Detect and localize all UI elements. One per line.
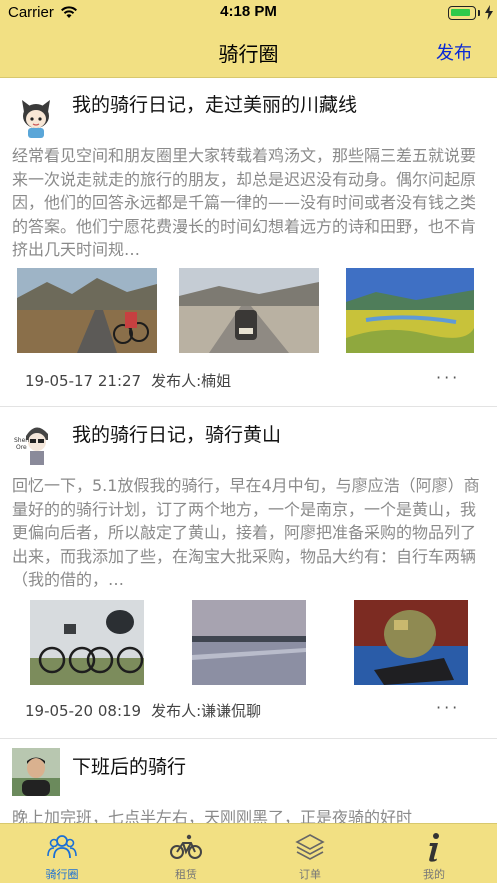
post-meta: 19-05-17 21:27 发布人:楠姐	[25, 370, 231, 391]
layers-icon	[295, 834, 325, 860]
clock: 4:18 PM	[220, 3, 277, 20]
post-card[interactable]: 我的骑行日记，走过美丽的川藏线 经常看见空间和朋友圈里大家转载着鸡汤文，那些隔三…	[0, 78, 497, 406]
divider	[0, 738, 497, 739]
charging-icon	[485, 5, 493, 20]
navigation-bar: 骑行圈 发布	[0, 26, 497, 78]
battery-icon	[448, 6, 476, 20]
post-image[interactable]	[192, 600, 306, 685]
post-body[interactable]: 晚上加完班，七点半左右，天刚刚黑了，正是夜骑的好时	[12, 806, 488, 823]
post-title[interactable]: 我的骑行日记，骑行黄山	[72, 420, 281, 447]
post-image[interactable]	[354, 600, 468, 685]
svg-text:Sheri: Sheri	[14, 437, 30, 444]
post-feed[interactable]: 我的骑行日记，走过美丽的川藏线 经常看见空间和朋友圈里大家转载着鸡汤文，那些隔三…	[0, 78, 497, 823]
post-title[interactable]: 我的骑行日记，走过美丽的川藏线	[72, 90, 357, 117]
tab-community[interactable]: 骑行圈	[0, 824, 124, 883]
tab-rental[interactable]: 租赁	[124, 824, 248, 883]
post-card[interactable]: 下班后的骑行 晚上加完班，七点半左右，天刚刚黑了，正是夜骑的好时	[0, 740, 497, 823]
post-image[interactable]	[346, 268, 474, 353]
info-icon	[429, 833, 439, 862]
post-card[interactable]: Sheri Ore 我的骑行日记，骑行黄山 回忆一下，5.1放假我的骑行，早在4…	[0, 408, 497, 738]
svg-text:Ore: Ore	[16, 444, 27, 451]
post-author[interactable]: 发布人:谦谦侃聊	[151, 702, 261, 720]
tab-orders[interactable]: 订单	[248, 824, 372, 883]
post-author[interactable]: 发布人:楠姐	[151, 372, 231, 390]
post-images	[0, 600, 497, 685]
post-image[interactable]	[179, 268, 319, 353]
divider	[0, 406, 497, 407]
more-options-button[interactable]: ···	[436, 698, 460, 717]
publish-button[interactable]: 发布	[436, 39, 472, 65]
avatar	[12, 748, 60, 796]
post-date: 19-05-17 21:27	[25, 372, 142, 390]
tab-bar: 骑行圈 租赁 订单 我的	[0, 823, 497, 883]
tab-label: 租赁	[175, 868, 197, 881]
bicycle-icon	[170, 834, 202, 859]
tab-label: 订单	[299, 868, 321, 881]
post-date: 19-05-20 08:19	[25, 702, 142, 720]
post-images	[0, 268, 497, 353]
post-meta: 19-05-20 08:19 发布人:谦谦侃聊	[25, 700, 261, 721]
post-body[interactable]: 经常看见空间和朋友圈里大家转载着鸡汤文，那些隔三差五就说要来一次说走就走的旅行的…	[12, 144, 488, 262]
tab-profile[interactable]: 我的	[372, 824, 496, 883]
post-title[interactable]: 下班后的骑行	[72, 752, 186, 779]
tab-label: 骑行圈	[45, 868, 79, 881]
page-title: 骑行圈	[218, 42, 279, 66]
post-image[interactable]	[30, 600, 144, 685]
avatar: Sheri Ore	[12, 418, 60, 466]
avatar	[12, 92, 60, 140]
community-icon	[47, 835, 77, 859]
more-options-button[interactable]: ···	[436, 368, 460, 387]
post-body[interactable]: 回忆一下，5.1放假我的骑行，早在4月中旬，与廖应浩（阿廖）商量好的的骑行计划，…	[12, 474, 488, 592]
tab-label: 我的	[423, 868, 445, 881]
status-bar: Carrier 4:18 PM	[0, 0, 497, 26]
post-image[interactable]	[17, 268, 157, 353]
